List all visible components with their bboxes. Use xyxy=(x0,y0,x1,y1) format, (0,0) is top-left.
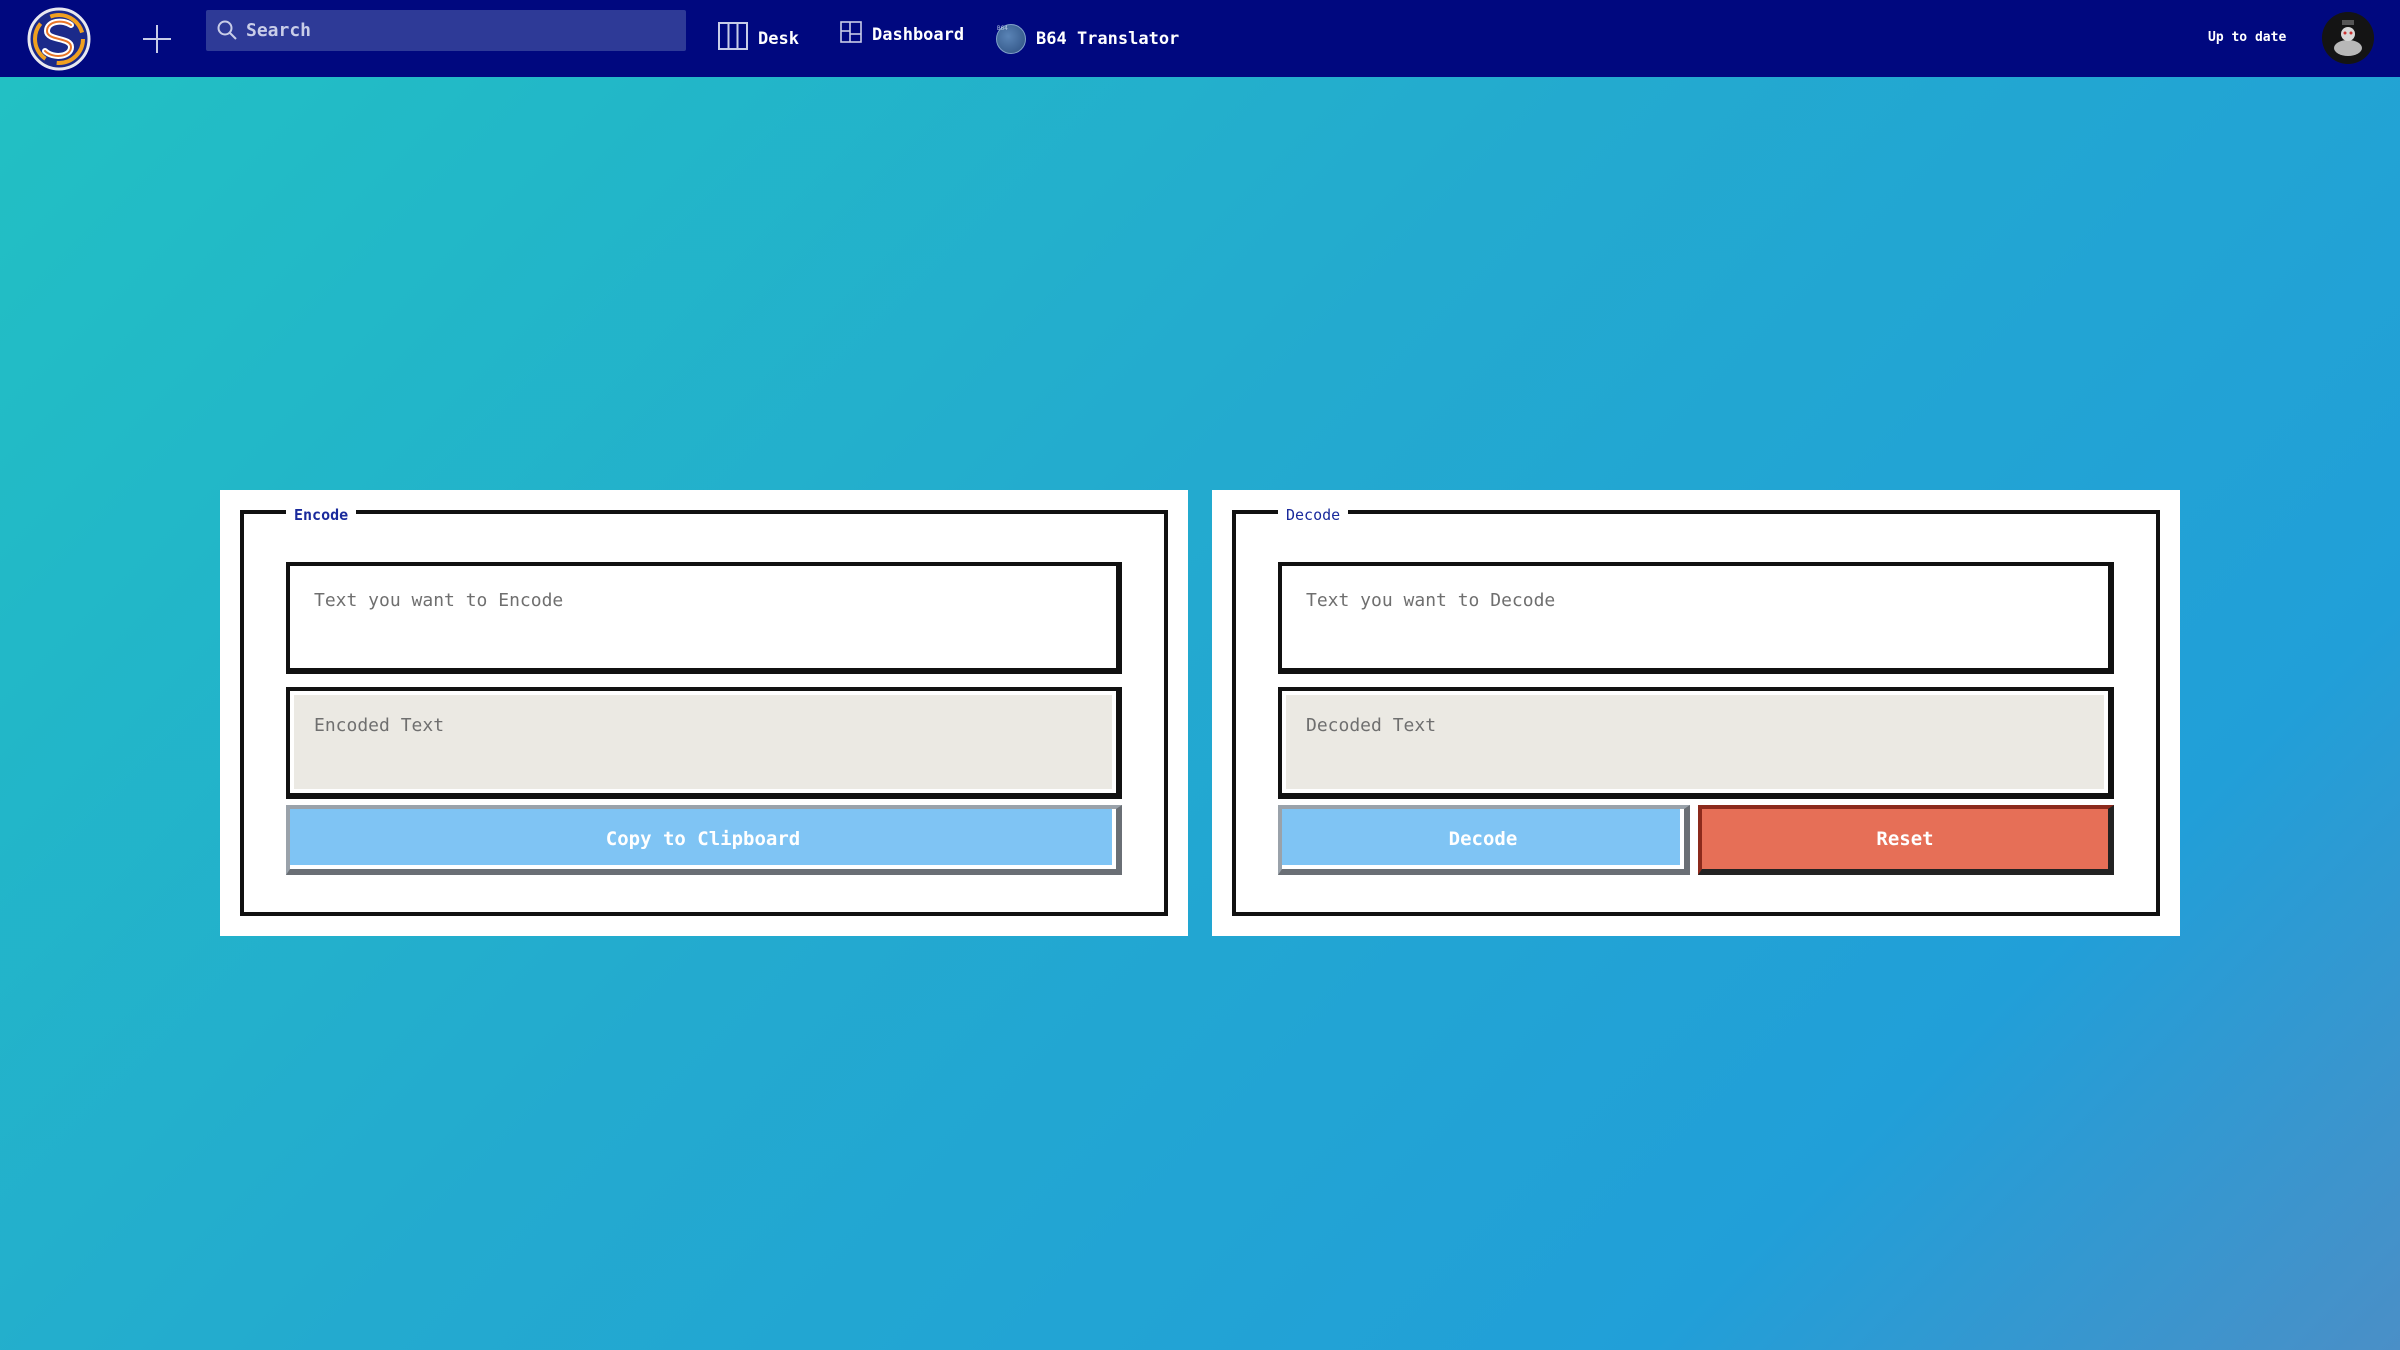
decode-panel: Decode Decode Reset xyxy=(1212,490,2180,936)
decoded-output[interactable] xyxy=(1278,687,2114,799)
app-logo-icon[interactable] xyxy=(25,5,93,73)
nav-desk[interactable]: Desk xyxy=(718,0,799,77)
reset-button[interactable]: Reset xyxy=(1698,805,2114,875)
nav-desk-label: Desk xyxy=(758,28,799,49)
encode-legend: Encode xyxy=(286,506,357,524)
decode-fieldset: Decode Decode Reset xyxy=(1232,506,2160,916)
search-input[interactable] xyxy=(246,10,676,51)
nav-dashboard[interactable]: Dashboard xyxy=(840,0,964,73)
nav-b64-label: B64 Translator xyxy=(1036,28,1180,49)
decode-legend: Decode xyxy=(1278,506,1349,524)
top-navbar: Desk Dashboard B64 B64 Translator Up to … xyxy=(0,0,2400,77)
plus-icon[interactable] xyxy=(140,22,174,56)
encode-input[interactable] xyxy=(286,562,1122,674)
decode-input[interactable] xyxy=(1278,562,2114,674)
encode-fieldset: Encode Copy to Clipboard xyxy=(240,506,1168,916)
copy-to-clipboard-button[interactable]: Copy to Clipboard xyxy=(286,805,1122,875)
sync-status: Up to date xyxy=(2208,30,2287,45)
encode-panel: Encode Copy to Clipboard xyxy=(220,490,1188,936)
user-avatar[interactable] xyxy=(2322,12,2374,64)
search-bar xyxy=(206,10,686,51)
columns-icon xyxy=(718,22,748,55)
nav-dashboard-label: Dashboard xyxy=(872,24,965,45)
decode-button[interactable]: Decode xyxy=(1278,805,1690,875)
dashboard-grid-icon xyxy=(840,21,862,48)
b64-app-icon: B64 xyxy=(996,23,1026,54)
search-icon xyxy=(216,19,238,41)
encoded-output[interactable] xyxy=(286,687,1122,799)
nav-b64-translator[interactable]: B64 B64 Translator xyxy=(996,0,1179,77)
